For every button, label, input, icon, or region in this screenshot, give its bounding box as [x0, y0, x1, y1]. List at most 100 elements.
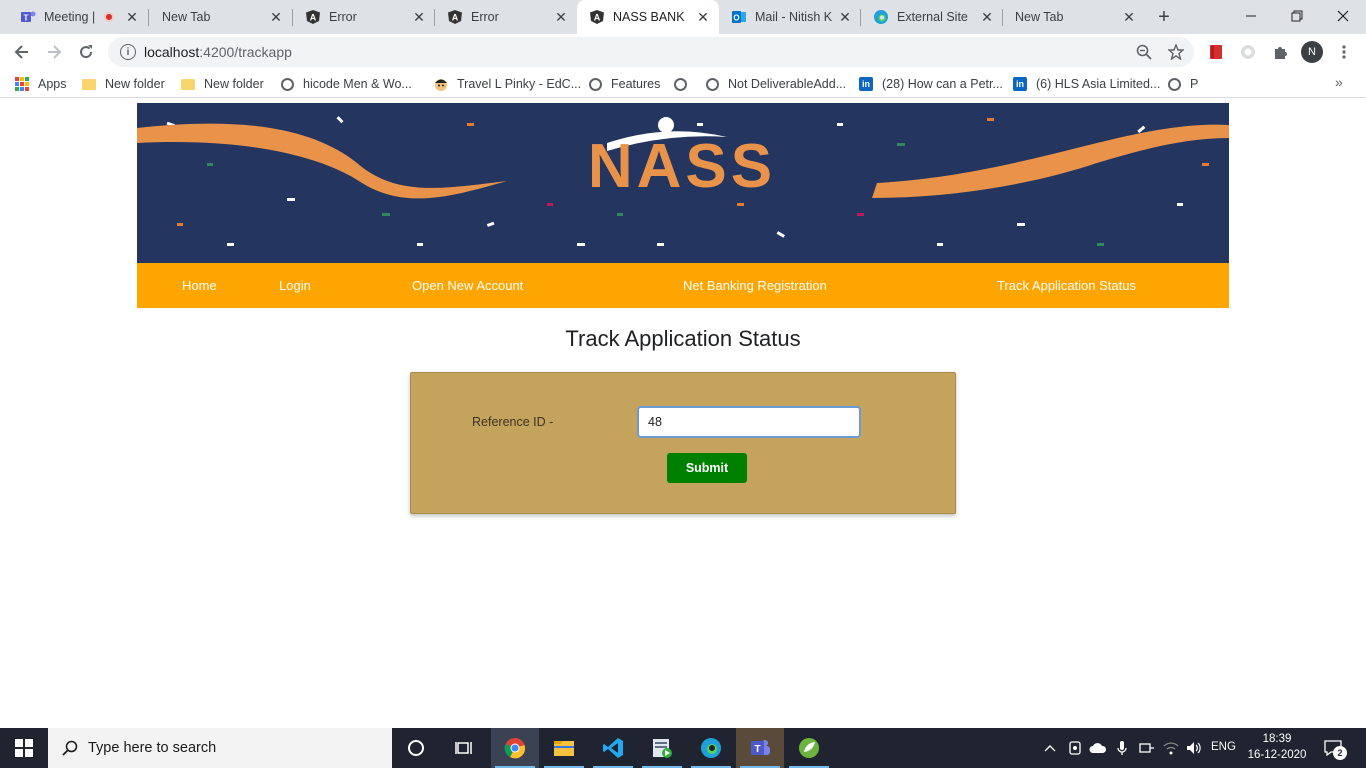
- browser-menu-icon[interactable]: [1335, 43, 1353, 61]
- url-path: :4200/trackapp: [199, 44, 292, 60]
- folder-icon: [554, 741, 574, 756]
- bookmark-label: (28) How can a Petr...: [882, 77, 1003, 91]
- zoom-button[interactable]: [1130, 38, 1158, 66]
- nav-login-link[interactable]: Login: [279, 278, 311, 293]
- ribbon-right-decoration: [872, 124, 1229, 198]
- close-icon[interactable]: ✕: [695, 9, 711, 25]
- close-icon[interactable]: ✕: [268, 9, 284, 25]
- back-button[interactable]: [8, 38, 36, 66]
- site-info-icon[interactable]: i: [120, 44, 136, 60]
- bookmark-star-button[interactable]: [1162, 38, 1190, 66]
- spring-leaf-icon: [799, 738, 819, 758]
- close-icon[interactable]: ✕: [411, 9, 427, 25]
- nav-open-account-link[interactable]: Open New Account: [412, 278, 523, 293]
- zoom-out-icon: [1136, 44, 1152, 60]
- back-arrow-icon: [14, 45, 28, 59]
- taskbar-app[interactable]: [638, 728, 686, 768]
- forward-arrow-icon: [48, 45, 62, 59]
- system-clock[interactable]: 18:39 16-12-2020: [1244, 731, 1310, 763]
- ribbon-left-decoration: [137, 123, 507, 199]
- windows-taskbar: Type here to search T ENG 18:39 16-12-20…: [0, 728, 1366, 768]
- taskbar-teams[interactable]: T: [736, 728, 784, 768]
- cortana-button[interactable]: [392, 728, 440, 768]
- onedrive-cloud-icon[interactable]: [1089, 740, 1107, 756]
- tab-error[interactable]: A Error ✕: [435, 0, 577, 34]
- tab-nass-bank[interactable]: A NASS BANK ✕: [577, 0, 719, 34]
- taskbar-chrome[interactable]: [491, 728, 539, 768]
- new-tab-button[interactable]: +: [1152, 5, 1176, 29]
- windows-logo-icon: [15, 739, 33, 757]
- close-icon[interactable]: ✕: [979, 9, 995, 25]
- forward-button[interactable]: [40, 38, 68, 66]
- bookmark-label: hicode Men & Wo...: [303, 77, 412, 91]
- notification-badge: 2: [1333, 746, 1347, 760]
- bookmark-apps[interactable]: Apps: [14, 74, 67, 94]
- language-indicator[interactable]: ENG: [1211, 741, 1236, 753]
- bookmark-unnamed[interactable]: [672, 74, 696, 94]
- cortana-icon: [408, 740, 424, 756]
- wifi-icon[interactable]: [1162, 740, 1180, 756]
- tab-title: Mail - Nitish K: [755, 10, 833, 24]
- tab-meeting[interactable]: T Meeting | ✕: [8, 0, 148, 34]
- svg-text:T: T: [754, 744, 760, 755]
- start-button[interactable]: [0, 728, 48, 768]
- extension-red-icon[interactable]: [1207, 43, 1225, 61]
- angular-icon: A: [447, 9, 463, 25]
- close-icon[interactable]: ✕: [553, 9, 569, 25]
- tab-external-site[interactable]: External Site ✕: [861, 0, 1003, 34]
- nav-track-status-link[interactable]: Track Application Status: [997, 278, 1136, 293]
- close-window-button[interactable]: [1320, 0, 1366, 32]
- tab-new-tab[interactable]: New Tab ✕: [1003, 0, 1145, 34]
- tray-overflow-icon[interactable]: [1041, 740, 1059, 756]
- close-icon[interactable]: ✕: [124, 9, 140, 25]
- bookmark-linkedin-petr[interactable]: in (28) How can a Petr...: [858, 74, 1003, 94]
- restore-icon: [1291, 10, 1303, 22]
- taskbar-vscode[interactable]: [589, 728, 637, 768]
- taskbar-spring[interactable]: [785, 728, 833, 768]
- extensions-puzzle-icon[interactable]: [1271, 43, 1289, 61]
- reference-id-input[interactable]: [637, 406, 861, 438]
- tab-error[interactable]: A Error ✕: [293, 0, 435, 34]
- address-bar[interactable]: i localhost:4200/trackapp: [108, 37, 1194, 67]
- close-icon[interactable]: ✕: [837, 9, 853, 25]
- submit-button[interactable]: Submit: [667, 453, 747, 483]
- task-view-button[interactable]: [440, 728, 488, 768]
- clock-date: 16-12-2020: [1247, 749, 1307, 761]
- outlook-icon: O: [731, 9, 747, 25]
- recording-indicator-icon: [104, 12, 114, 22]
- edge-icon: [701, 738, 721, 758]
- bookmark-travel[interactable]: Travel L Pinky - EdC...: [433, 74, 581, 94]
- taskbar-file-explorer[interactable]: [540, 728, 588, 768]
- search-icon: [62, 740, 78, 756]
- minimize-button[interactable]: [1228, 0, 1274, 32]
- taskbar-search[interactable]: Type here to search: [48, 728, 392, 768]
- nav-home-link[interactable]: Home: [182, 278, 217, 293]
- svg-text:T: T: [24, 14, 29, 23]
- volume-icon[interactable]: [1186, 740, 1204, 756]
- bookmark-linkedin-hls[interactable]: in (6) HLS Asia Limited...: [1012, 74, 1160, 94]
- taskbar-edge[interactable]: [687, 728, 735, 768]
- bookmark-hicode[interactable]: hicode Men & Wo...: [279, 74, 412, 94]
- microphone-icon[interactable]: [1113, 740, 1131, 756]
- reload-button[interactable]: [72, 38, 100, 66]
- bookmark-folder[interactable]: New folder: [81, 74, 165, 94]
- extension-grey-icon[interactable]: [1239, 43, 1257, 61]
- nass-logo-text: NASS: [587, 132, 777, 201]
- site-navbar: Home Login Open New Account Net Banking …: [137, 263, 1229, 308]
- profile-avatar[interactable]: N: [1301, 41, 1323, 63]
- restore-button[interactable]: [1274, 0, 1320, 32]
- bookmark-folder[interactable]: New folder: [180, 74, 264, 94]
- bookmarks-overflow-icon[interactable]: »: [1335, 74, 1343, 90]
- power-plug-icon[interactable]: [1138, 740, 1156, 756]
- tab-mail[interactable]: O Mail - Nitish K ✕: [719, 0, 861, 34]
- tray-device-icon[interactable]: [1066, 740, 1084, 756]
- tab-strip: T Meeting | ✕ New Tab ✕ A Error ✕ A Erro…: [0, 0, 1366, 34]
- bookmark-features[interactable]: Features: [587, 74, 660, 94]
- action-center-button[interactable]: 2: [1322, 739, 1347, 760]
- globe-icon: [672, 76, 688, 92]
- bookmark-p[interactable]: P: [1166, 74, 1198, 94]
- nav-net-banking-link[interactable]: Net Banking Registration: [683, 278, 827, 293]
- tab-new-tab[interactable]: New Tab ✕: [150, 0, 292, 34]
- close-icon[interactable]: ✕: [1121, 9, 1137, 25]
- bookmark-not-deliverable[interactable]: Not DeliverableAdd...: [704, 74, 846, 94]
